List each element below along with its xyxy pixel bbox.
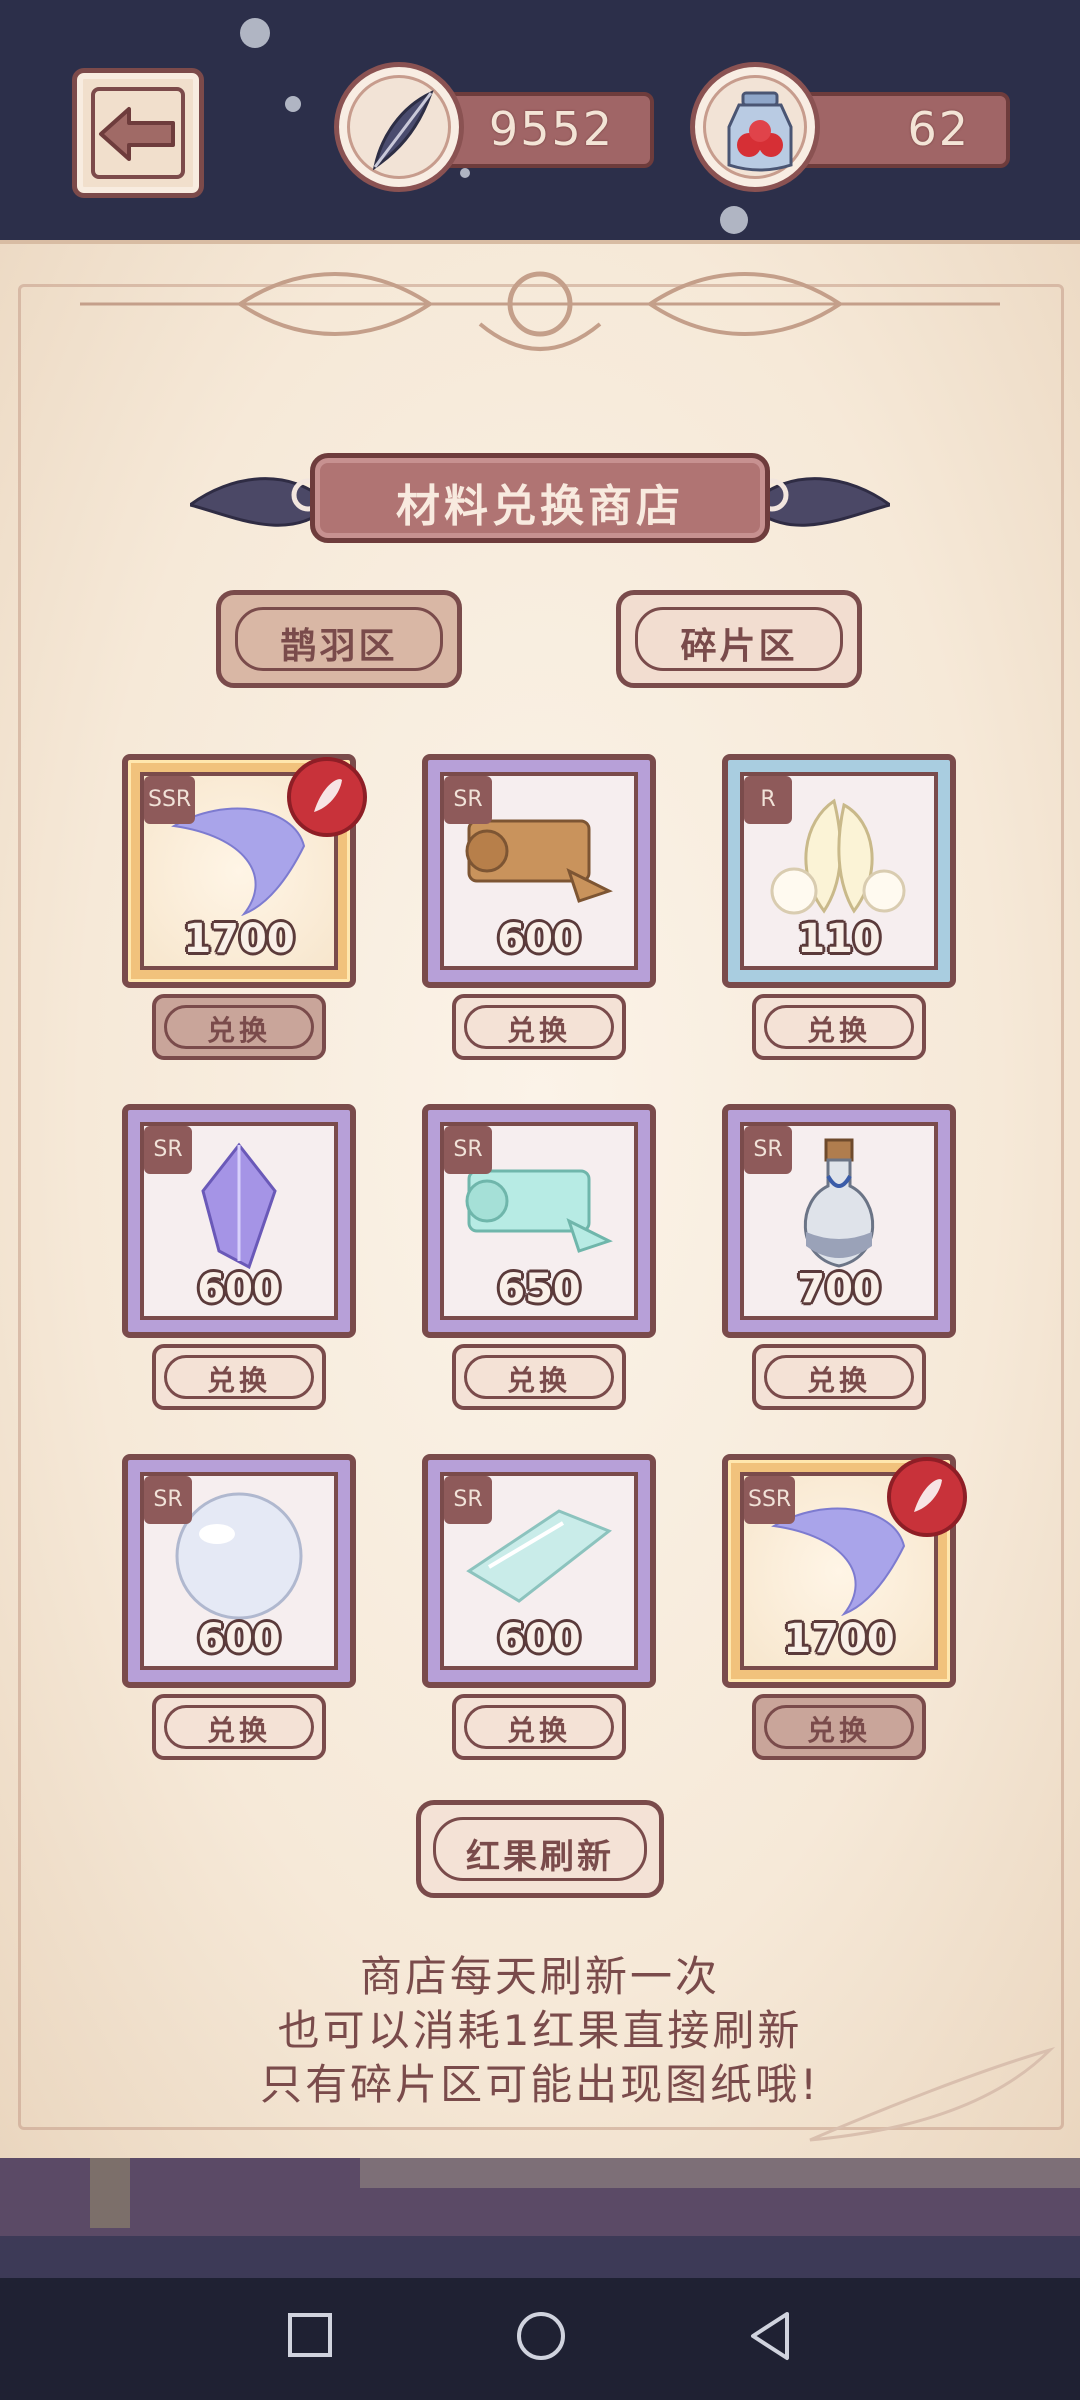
tab-feather-zone[interactable]: 鹊羽区: [216, 590, 462, 688]
background-scene: [0, 2158, 1080, 2278]
left-wing-ornament-icon: [190, 477, 330, 527]
shop-item-card[interactable]: SR 600: [422, 754, 656, 988]
exchange-button[interactable]: 兑换: [152, 1694, 326, 1760]
rarity-badge: SR: [444, 1126, 492, 1174]
exchange-button-label: 兑换: [206, 1014, 271, 1047]
exchange-button[interactable]: 兑换: [752, 1344, 926, 1410]
right-wing-ornament-icon: [750, 477, 890, 527]
decor-dot: [240, 18, 270, 48]
red-seal-icon: [887, 1457, 967, 1537]
refresh-button-label: 红果刷新: [466, 1837, 614, 1877]
item-price: 600: [197, 1266, 281, 1312]
tab-feather-zone-label: 鹊羽区: [280, 626, 398, 667]
shop-item-card[interactable]: SR 600: [122, 1104, 356, 1338]
shop-item-card[interactable]: SR 600: [422, 1454, 656, 1688]
quill-decoration-icon: [809, 2046, 1056, 2142]
exchange-button-label: 兑换: [506, 1014, 571, 1047]
shop-title-banner: 材料兑换商店: [190, 445, 890, 555]
exchange-button[interactable]: 兑换: [152, 1344, 326, 1410]
rarity-badge: SR: [744, 1126, 792, 1174]
exchange-button-label: 兑换: [206, 1714, 271, 1747]
red-fruit-currency: 62: [690, 62, 1020, 198]
shop-item-card[interactable]: R 110: [722, 754, 956, 988]
rarity-badge: SR: [444, 776, 492, 824]
recent-apps-icon[interactable]: [285, 2310, 335, 2360]
furniture-leg: [90, 2158, 130, 2228]
exchange-button-label: 兑换: [806, 1364, 871, 1397]
exchange-button[interactable]: 兑换: [752, 994, 926, 1060]
rarity-badge: SR: [144, 1476, 192, 1524]
exchange-button-label: 兑换: [806, 1014, 871, 1047]
feather-count: 9552: [488, 102, 614, 156]
back-arrow-icon: [99, 107, 175, 161]
item-price: 110: [797, 916, 881, 962]
tab-fragment-zone-label: 碎片区: [680, 626, 798, 667]
exchange-button-label: 兑换: [506, 1714, 571, 1747]
back-nav-icon[interactable]: [745, 2310, 795, 2362]
exchange-button[interactable]: 兑换: [752, 1694, 926, 1760]
exchange-button[interactable]: 兑换: [452, 994, 626, 1060]
rarity-badge: SSR: [144, 776, 196, 824]
shop-item-card[interactable]: SR 700: [722, 1104, 956, 1338]
item-price: 1700: [183, 916, 295, 962]
rarity-badge: SR: [444, 1476, 492, 1524]
exchange-button-label: 兑换: [506, 1364, 571, 1397]
ornament-header: [80, 271, 1000, 351]
shop-title: 材料兑换商店: [396, 481, 684, 532]
item-price: 700: [797, 1266, 881, 1312]
rarity-badge: R: [744, 776, 792, 824]
exchange-button[interactable]: 兑换: [452, 1694, 626, 1760]
decor-dot: [285, 96, 301, 112]
exchange-button[interactable]: 兑换: [452, 1344, 626, 1410]
rarity-badge: SR: [144, 1126, 192, 1174]
feather-currency: 9552: [334, 62, 664, 198]
rarity-badge: SSR: [744, 1476, 796, 1524]
exchange-button-label: 兑换: [806, 1714, 871, 1747]
back-button[interactable]: [72, 68, 204, 198]
shelf: [360, 2158, 1080, 2188]
red-fruit-refresh-button[interactable]: 红果刷新: [416, 1800, 664, 1898]
decor-dot: [720, 206, 748, 234]
shop-item-card[interactable]: SSR 1700: [722, 1454, 967, 1688]
item-price: 600: [497, 916, 581, 962]
item-price: 600: [497, 1616, 581, 1662]
shop-item-card[interactable]: SR 600: [122, 1454, 356, 1688]
exchange-button-label: 兑换: [206, 1364, 271, 1397]
red-fruit-jar-icon: [727, 91, 793, 172]
red-seal-icon: [287, 757, 367, 837]
exchange-button[interactable]: 兑换: [152, 994, 326, 1060]
home-icon[interactable]: [515, 2310, 567, 2362]
red-fruit-count: 62: [907, 102, 970, 156]
tab-fragment-zone[interactable]: 碎片区: [616, 590, 862, 688]
shop-item-card[interactable]: SR 650: [422, 1104, 656, 1338]
item-price: 650: [497, 1266, 581, 1312]
system-nav-bar: [0, 2278, 1080, 2400]
purple-crystal-icon: [201, 1142, 277, 1269]
top-bar: 9552 62: [0, 0, 1080, 240]
item-price: 1700: [783, 1616, 895, 1662]
potion-bottle-icon: [803, 1138, 875, 1268]
feather-icon: [372, 90, 434, 171]
item-price: 600: [197, 1616, 281, 1662]
shop-item-card[interactable]: SSR 1700: [122, 754, 367, 988]
note-line: 商店每天刷新一次: [359, 1952, 720, 2001]
